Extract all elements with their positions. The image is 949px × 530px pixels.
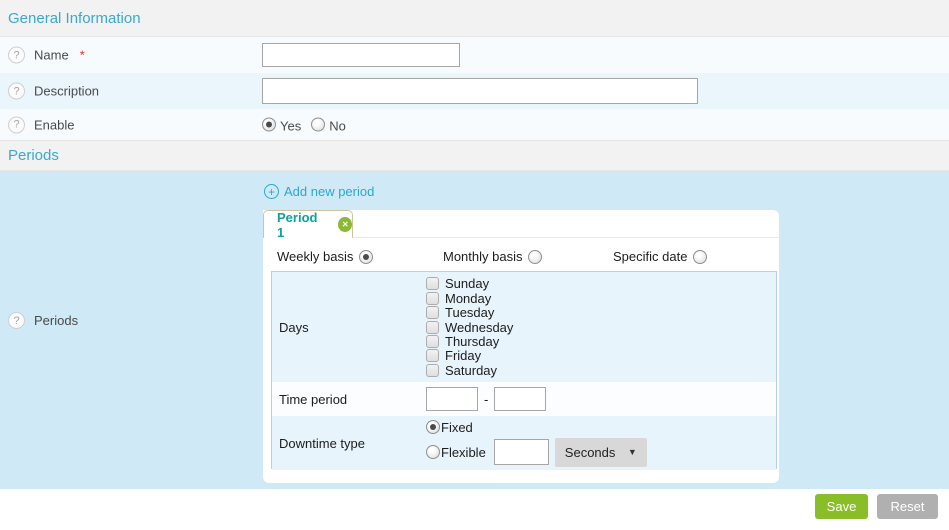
- name-label: Name: [34, 48, 69, 63]
- friday-checkbox[interactable]: [426, 349, 439, 362]
- periods-label: Periods: [34, 313, 78, 328]
- saturday-label: Saturday: [445, 363, 497, 378]
- form-row-description: ? Description: [0, 73, 949, 109]
- help-icon[interactable]: ?: [8, 116, 25, 133]
- time-period-label: Time period: [272, 382, 426, 416]
- help-icon[interactable]: ?: [8, 83, 25, 100]
- fixed-radio[interactable]: [426, 420, 440, 434]
- save-button[interactable]: Save: [815, 494, 868, 519]
- weekly-basis-label: Weekly basis: [277, 249, 353, 264]
- day-option-friday[interactable]: Friday: [426, 349, 513, 362]
- reset-button[interactable]: Reset: [877, 494, 938, 519]
- name-input[interactable]: [262, 43, 460, 67]
- sunday-checkbox[interactable]: [426, 277, 439, 290]
- add-circle-icon: +: [264, 184, 279, 199]
- days-checkbox-list: Sunday Monday Tuesday Wednesday: [426, 272, 513, 382]
- enable-options: Yes No: [262, 116, 346, 133]
- day-option-saturday[interactable]: Saturday: [426, 364, 513, 377]
- enable-no-radio[interactable]: [311, 118, 325, 132]
- thursday-checkbox[interactable]: [426, 335, 439, 348]
- basis-options-row: Weekly basis Monthly basis Specific date: [263, 246, 779, 270]
- tuesday-checkbox[interactable]: [426, 306, 439, 319]
- thursday-label: Thursday: [445, 334, 499, 349]
- monthly-basis-radio[interactable]: [528, 250, 542, 264]
- close-tab-icon[interactable]: ✕: [338, 217, 352, 232]
- periods-section: ? Periods + Add new period Period 1 ✕ We…: [0, 171, 949, 489]
- day-option-thursday[interactable]: Thursday: [426, 335, 513, 348]
- fixed-option[interactable]: Fixed: [426, 420, 647, 435]
- weekly-basis-radio[interactable]: [359, 250, 373, 264]
- section-header-periods: Periods: [0, 140, 949, 171]
- saturday-checkbox[interactable]: [426, 364, 439, 377]
- downtime-type-row: Downtime type Fixed Flexible Seconds: [272, 416, 776, 470]
- periods-label-cell: ? Periods: [8, 312, 78, 329]
- section-title-periods: Periods: [8, 147, 59, 164]
- enable-yes-radio[interactable]: [262, 118, 276, 132]
- enable-label: Enable: [34, 117, 74, 132]
- name-label-cell: ? Name *: [8, 47, 85, 64]
- enable-label-cell: ? Enable: [8, 116, 74, 133]
- period-details-table: Days Sunday Monday Tuesday: [271, 271, 777, 469]
- basis-option-monthly[interactable]: Monthly basis: [443, 249, 542, 264]
- time-to-input[interactable]: [494, 387, 546, 411]
- description-input[interactable]: [262, 78, 698, 104]
- basis-option-weekly[interactable]: Weekly basis: [277, 249, 373, 264]
- days-label: Days: [272, 272, 426, 382]
- monday-label: Monday: [445, 291, 491, 306]
- description-label-cell: ? Description: [8, 83, 99, 100]
- wednesday-checkbox[interactable]: [426, 321, 439, 334]
- form-row-name: ? Name *: [0, 37, 949, 73]
- sunday-label: Sunday: [445, 276, 489, 291]
- flexible-radio[interactable]: [426, 445, 440, 459]
- basis-option-specific-date[interactable]: Specific date: [613, 249, 707, 264]
- chevron-down-icon: ▼: [628, 447, 637, 457]
- day-option-wednesday[interactable]: Wednesday: [426, 321, 513, 334]
- time-period-inputs: -: [426, 382, 546, 416]
- tab-period-1[interactable]: Period 1 ✕: [263, 210, 353, 238]
- section-title-general: General Information: [8, 10, 141, 27]
- period-editor-panel: Period 1 ✕ Weekly basis Monthly basis Sp…: [263, 210, 779, 483]
- flexible-label: Flexible: [441, 445, 486, 460]
- day-option-sunday[interactable]: Sunday: [426, 277, 513, 290]
- friday-label: Friday: [445, 348, 481, 363]
- tab-period-1-label: Period 1: [277, 210, 323, 240]
- form-row-enable: ? Enable Yes No: [0, 109, 949, 140]
- section-header-general: General Information: [0, 0, 949, 37]
- day-option-monday[interactable]: Monday: [426, 292, 513, 305]
- enable-yes-label: Yes: [280, 118, 301, 133]
- required-marker: *: [80, 48, 85, 63]
- time-from-input[interactable]: [426, 387, 478, 411]
- fixed-label: Fixed: [441, 420, 473, 435]
- description-label: Description: [34, 84, 99, 99]
- help-icon[interactable]: ?: [8, 312, 25, 329]
- wednesday-label: Wednesday: [445, 320, 513, 335]
- duration-unit-value: Seconds: [565, 445, 616, 460]
- days-row: Days Sunday Monday Tuesday: [272, 272, 776, 382]
- downtime-type-controls: Fixed Flexible Seconds ▼: [426, 416, 647, 470]
- time-period-row: Time period -: [272, 382, 776, 416]
- time-separator: -: [484, 392, 488, 407]
- duration-unit-select[interactable]: Seconds ▼: [555, 438, 647, 467]
- add-new-period-link[interactable]: + Add new period: [264, 184, 374, 199]
- flexible-option: Flexible Seconds ▼: [426, 438, 647, 467]
- monthly-basis-label: Monthly basis: [443, 249, 522, 264]
- help-icon[interactable]: ?: [8, 47, 25, 64]
- specific-date-label: Specific date: [613, 249, 687, 264]
- flexible-duration-input[interactable]: [494, 439, 549, 465]
- maintenance-form-page: General Information ? Name * ? Descripti…: [0, 0, 949, 530]
- downtime-type-label: Downtime type: [272, 416, 426, 470]
- specific-date-radio[interactable]: [693, 250, 707, 264]
- day-option-tuesday[interactable]: Tuesday: [426, 306, 513, 319]
- add-new-period-label: Add new period: [284, 184, 374, 199]
- enable-no-label: No: [329, 118, 346, 133]
- tab-strip-divider: [353, 237, 779, 238]
- tuesday-label: Tuesday: [445, 305, 494, 320]
- monday-checkbox[interactable]: [426, 292, 439, 305]
